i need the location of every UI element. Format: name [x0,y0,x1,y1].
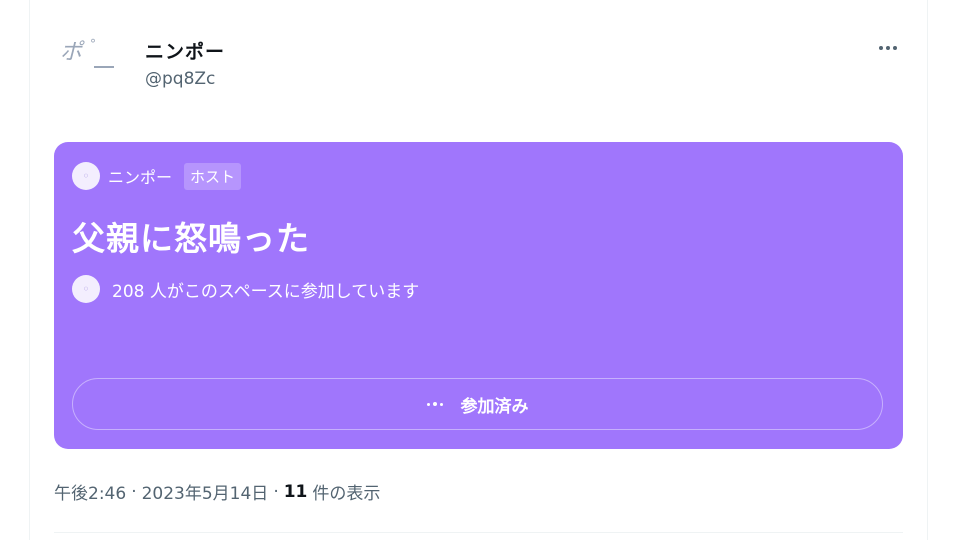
audio-dots-icon [426,402,443,406]
divider [54,532,903,533]
audio-dot [426,402,430,406]
author-avatar[interactable]: ポ ° [54,36,118,86]
host-row: ◦ ニンポー ホスト [72,162,242,190]
listener-avatar: ◦ [72,275,100,303]
more-horizontal-icon [879,46,883,50]
tweet-meta: 午後2:46 · 2023年5月14日 · 11 件の表示 [54,479,381,505]
joined-button[interactable]: 参加済み [72,378,883,430]
column-border-left [29,0,30,540]
audio-dot [439,402,443,406]
more-dot [886,46,890,50]
meta-separator: · [131,481,137,502]
avatar-mark: ° [90,37,96,51]
more-dot [893,46,897,50]
listener-count-text: 208 人がこのスペースに参加しています [112,281,420,302]
view-count-suffix: 件の表示 [312,484,381,504]
more-options-button[interactable] [872,36,904,60]
host-avatar: ◦ [72,162,100,190]
tweet-time[interactable]: 午後2:46 [54,479,126,504]
column-border-right [927,0,928,540]
audio-dot [432,402,437,406]
listener-row: ◦ 208 人がこのスペースに参加しています [72,275,419,303]
host-badge: ホスト [184,162,242,190]
author-handle[interactable]: @pq8Zc [145,69,215,89]
space-card[interactable]: ◦ ニンポー ホスト 父親に怒鳴った ◦ 208 人がこのスペースに参加していま… [54,142,903,449]
host-name: ニンポー [108,168,173,187]
avatar-dash [94,66,114,68]
author-display-name[interactable]: ニンポー [145,37,225,64]
view-count: 11 [283,481,308,502]
tweet-date[interactable]: 2023年5月14日 [142,479,269,504]
tweet-page: ポ ° ニンポー @pq8Zc ◦ ニンポー ホスト 父親に怒鳴った ◦ 208… [0,0,960,540]
avatar-glyph: ポ [60,40,83,65]
meta-separator: · [273,481,279,502]
space-title: 父親に怒鳴った [72,219,310,258]
joined-button-label: 参加済み [460,396,529,417]
